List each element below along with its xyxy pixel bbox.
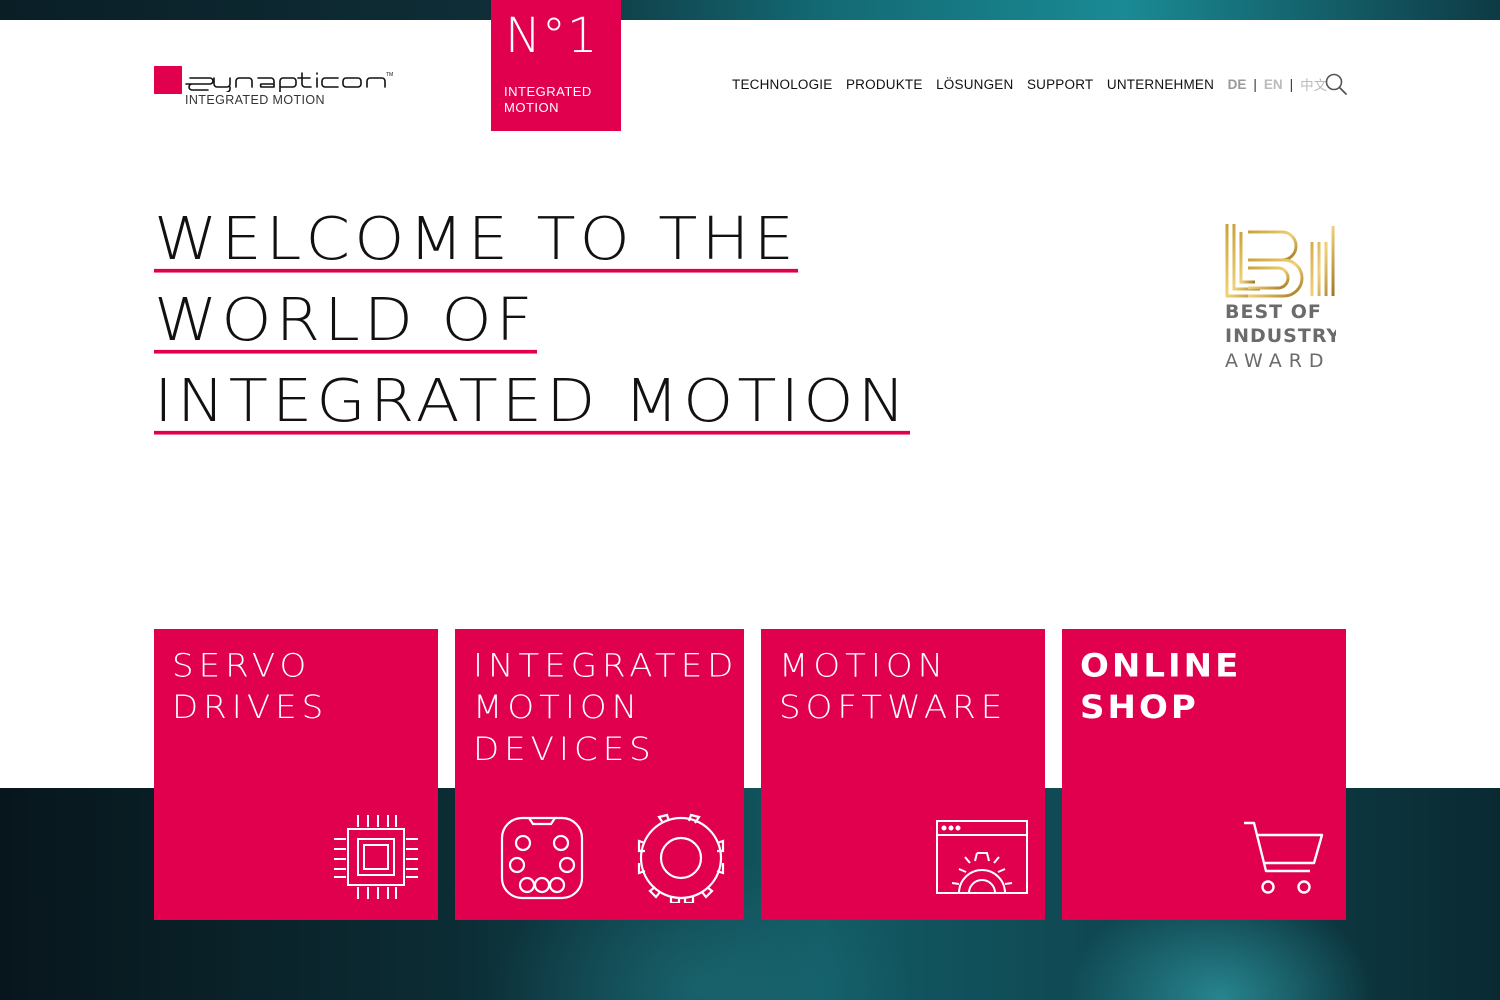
logo-square [154,66,182,94]
nav-item-produkte[interactable]: PRODUKTE [846,77,923,92]
tile-title: INTEGRATED MOTION DEVICES [473,646,739,769]
award-line2: INDUSTRY [1225,325,1336,347]
logo-tagline: INTEGRATED MOTION [185,93,325,107]
tile-integrated-motion-devices[interactable]: INTEGRATED MOTION DEVICES [455,629,744,920]
lang-en[interactable]: EN [1264,77,1283,92]
tile-title: ONLINE SHOP [1080,646,1242,727]
lang-separator: | [1253,76,1257,92]
language-switcher: DE | EN | 中文 [1228,74,1328,94]
hero-line: WORLD OF [154,286,537,355]
lang-de[interactable]: DE [1228,77,1247,92]
cart-icon [1244,821,1324,894]
best-of-industry-award-logo: BEST OF INDUSTRY AWARD [1225,224,1336,372]
motor-flange-icon [500,816,584,900]
tile-motion-software[interactable]: MOTION SOFTWARE [761,629,1045,920]
svg-text:TM: TM [386,72,393,78]
award-line1: BEST OF [1225,301,1322,323]
tile-online-shop[interactable]: ONLINE SHOP [1062,629,1346,920]
tile-title: SERVO DRIVES [172,646,329,727]
chip-icon [334,815,418,899]
badge-label: INTEGRATED MOTION [504,84,592,115]
search-icon[interactable] [1324,72,1348,96]
number-one-badge[interactable]: N°1 INTEGRATED MOTION [491,0,621,131]
hero-line: INTEGRATED MOTION [154,367,910,436]
nav-item-technologie[interactable]: TECHNOLOGIE [732,77,832,92]
hero-line: WELCOME TO THE [154,205,798,274]
tile-servo-drives[interactable]: SERVO DRIVES [154,629,438,920]
top-gradient-strip [0,0,1500,20]
gear-ring-icon [637,813,725,903]
nav-item-loesungen[interactable]: LÖSUNGEN [936,77,1013,92]
nav-item-support[interactable]: SUPPORT [1027,77,1093,92]
logo-wordmark: TM [185,72,393,92]
nav-item-unternehmen[interactable]: UNTERNEHMEN [1107,77,1214,92]
main-nav: TECHNOLOGIE PRODUKTE LÖSUNGEN SUPPORT UN… [732,74,1328,94]
site-logo[interactable]: TM INTEGRATED MOTION [154,66,414,108]
tile-title: MOTION SOFTWARE [779,646,1008,727]
badge-number: N°1 [505,8,599,64]
software-window-icon [936,820,1028,894]
lang-separator: | [1289,76,1294,92]
award-line3: AWARD [1225,350,1331,372]
hero-heading: WELCOME TO THE WORLD OF INTEGRATED MOTIO… [154,210,910,453]
